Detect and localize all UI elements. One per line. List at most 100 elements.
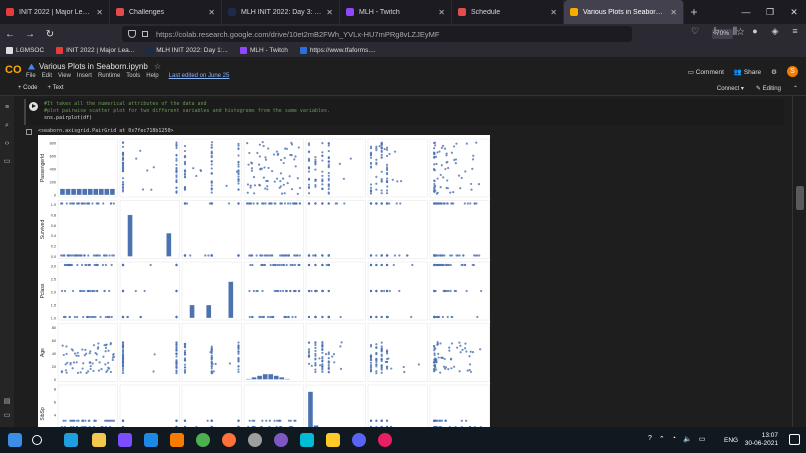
teams-icon[interactable] (118, 433, 132, 447)
search-taskbar-icon[interactable] (32, 435, 42, 445)
sublime-icon[interactable] (170, 433, 184, 447)
star-icon[interactable]: ☆ (154, 62, 161, 71)
pocket-icon[interactable]: ♡ (690, 26, 700, 37)
scatter-point (103, 254, 106, 257)
tab-2[interactable]: MLH INIT 2022: Day 3: Join us ✕ (222, 0, 340, 24)
menu-view[interactable]: View (58, 73, 71, 79)
search-icon[interactable]: ⌕ (3, 122, 11, 130)
address-bar[interactable]: https://colab.research.google.com/drive/… (122, 26, 745, 42)
add-code-button[interactable]: + Code (18, 85, 38, 91)
tab-4[interactable]: Schedule ✕ (452, 0, 564, 24)
scatter-point (253, 184, 257, 187)
scatter-point (380, 419, 383, 422)
vscode-icon[interactable] (144, 433, 158, 447)
shield-icon[interactable] (128, 30, 136, 38)
tab-close-icon[interactable]: ✕ (326, 8, 333, 17)
bookmark-3[interactable]: MLH - Twitch (240, 47, 288, 54)
app-icon[interactable] (300, 433, 314, 447)
windows-start-icon[interactable] (8, 433, 22, 447)
share-button[interactable]: 👥 Share (734, 68, 761, 76)
restore-icon[interactable]: ❐ (758, 0, 782, 24)
tab-close-icon[interactable]: ✕ (670, 8, 677, 17)
colab-logo-icon[interactable]: CO (5, 64, 22, 76)
tab-close-icon[interactable]: ✕ (96, 8, 103, 17)
tab-0[interactable]: INIT 2022 | Major League Hac ✕ (0, 0, 110, 24)
firefox-icon[interactable] (222, 433, 236, 447)
slack-icon[interactable] (378, 433, 392, 447)
volume-icon[interactable]: 🔈 (683, 435, 692, 443)
bookmark-1[interactable]: INIT 2022 | Major Lea... (56, 47, 134, 54)
scrollbar-thumb[interactable] (796, 186, 804, 210)
scatter-point (327, 357, 330, 360)
downloads-icon[interactable]: ⇩ (710, 26, 720, 37)
notebook-title[interactable]: Various Plots in Seaborn.ipynb (39, 62, 148, 71)
clock[interactable]: 13:07 30-06-2021 (745, 432, 778, 448)
tab-close-icon[interactable]: ✕ (550, 8, 557, 17)
bookmark-0[interactable]: LGMSOC (6, 47, 44, 54)
reload-icon[interactable]: ↻ (40, 29, 60, 40)
sticky-notes-icon[interactable] (326, 433, 340, 447)
menu-icon[interactable]: ≡ (790, 26, 800, 37)
battery-icon[interactable]: ▭ (699, 435, 706, 443)
files-icon[interactable]: ▭ (3, 158, 11, 166)
tab-3[interactable]: MLH - Twitch ✕ (340, 0, 452, 24)
menu-insert[interactable]: Insert (77, 73, 92, 79)
menu-tools[interactable]: Tools (126, 73, 140, 79)
output-toggle-icon[interactable] (26, 129, 32, 135)
scatter-point (93, 419, 96, 422)
minimize-icon[interactable]: — (734, 0, 758, 24)
terminal-icon[interactable]: ▭ (3, 412, 11, 420)
scatter-point (437, 356, 440, 359)
menu-runtime[interactable]: Runtime (98, 73, 120, 79)
add-text-button[interactable]: + Text (48, 85, 64, 91)
new-tab-button[interactable]: + (684, 0, 704, 24)
menu-file[interactable]: File (26, 73, 36, 79)
toc-icon[interactable]: ≡ (3, 104, 11, 112)
command-palette-icon[interactable]: ▤ (3, 398, 11, 406)
back-icon[interactable]: ← (0, 29, 20, 40)
lock-icon[interactable] (142, 31, 148, 37)
language-indicator[interactable]: ENG (724, 437, 738, 444)
help-icon[interactable]: ? (648, 435, 652, 443)
settings-icon[interactable]: ⚙ (771, 68, 777, 76)
edge-icon[interactable] (64, 433, 78, 447)
steam-icon[interactable] (248, 433, 262, 447)
tab-close-icon[interactable]: ✕ (438, 8, 445, 17)
scatter-point (237, 352, 240, 355)
collapse-icon[interactable]: ⌃ (793, 85, 798, 92)
tab-label: MLH INIT 2022: Day 3: Join us (241, 8, 322, 16)
network-icon[interactable]: ◔ (672, 435, 676, 443)
code-snippets-icon[interactable]: ‹› (3, 140, 11, 148)
scatter-point (321, 355, 324, 359)
scatter-point (103, 289, 106, 293)
editing-button[interactable]: ✎ Editing (756, 85, 781, 92)
bookmark-4[interactable]: https://www.tfaforms.... (299, 47, 376, 54)
library-icon[interactable]: ⫼ (730, 26, 740, 37)
file-explorer-icon[interactable] (92, 433, 106, 447)
scatter-point (332, 352, 336, 356)
extensions-icon[interactable]: ◈ (770, 26, 780, 37)
scatter-point (110, 263, 113, 267)
menu-help[interactable]: Help (146, 73, 158, 79)
github-icon[interactable] (274, 433, 288, 447)
tab-close-icon[interactable]: ✕ (208, 8, 215, 17)
code-cell[interactable]: #It takes all the numerical attributes o… (24, 99, 784, 125)
vertical-scrollbar[interactable] (792, 96, 806, 427)
close-window-icon[interactable]: ✕ (782, 0, 806, 24)
notification-icon[interactable] (789, 434, 800, 445)
account-icon[interactable]: ● (750, 26, 760, 37)
comment-button[interactable]: ▭ Comment (688, 68, 724, 76)
connect-button[interactable]: Connect ▾ (717, 85, 744, 92)
menu-edit[interactable]: Edit (42, 73, 52, 79)
tab-1[interactable]: Challenges ✕ (110, 0, 222, 24)
last-edited-link[interactable]: Last edited on June 25 (169, 73, 230, 79)
tab-5[interactable]: Various Plots in Seaborn.ipynb ✕ (564, 0, 684, 24)
chrome-icon[interactable] (196, 433, 210, 447)
bookmark-2[interactable]: MLH INIT 2022: Day 1:... (146, 47, 228, 54)
chevron-up-icon[interactable]: ⌃ (659, 435, 665, 443)
discord-icon[interactable] (352, 433, 366, 447)
run-cell-button[interactable] (29, 102, 38, 111)
avatar[interactable]: S (787, 66, 798, 77)
forward-icon[interactable]: → (20, 29, 40, 40)
code-editor[interactable]: #It takes all the numerical attributes o… (44, 101, 330, 122)
